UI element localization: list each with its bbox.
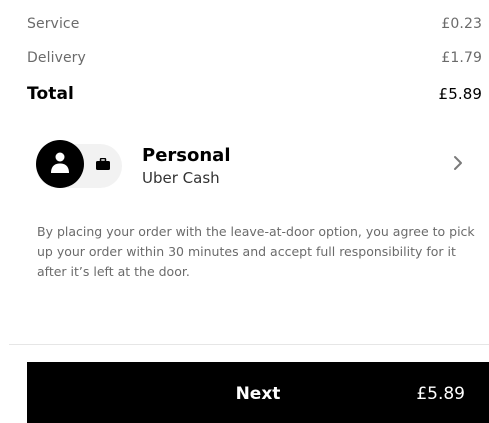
service-fee-row: Service £0.23 — [27, 16, 482, 32]
person-icon — [51, 152, 69, 173]
checkout-screen: Service £0.23 Delivery £1.79 Total £5.89… — [9, 0, 489, 423]
chevron-right-icon[interactable] — [453, 155, 463, 171]
divider — [9, 344, 489, 345]
briefcase-icon — [96, 158, 110, 170]
payment-profile-selector[interactable]: Personal Uber Cash — [9, 128, 489, 200]
total-row: Total £5.89 — [27, 84, 482, 104]
total-label: Total — [27, 84, 74, 104]
payment-profile-avatar — [36, 140, 132, 188]
delivery-fee-value: £1.79 — [441, 50, 482, 66]
service-fee-value: £0.23 — [441, 16, 482, 32]
delivery-fee-row: Delivery £1.79 — [27, 50, 482, 66]
leave-at-door-notice: By placing your order with the leave-at-… — [37, 224, 475, 279]
total-value: £5.89 — [438, 85, 482, 103]
avatar — [36, 140, 84, 188]
payment-profile-name: Personal — [142, 145, 231, 166]
next-button-price: £5.89 — [416, 384, 465, 404]
next-button[interactable]: Next £5.89 — [27, 362, 489, 423]
payment-method-label: Uber Cash — [142, 169, 220, 187]
service-fee-label: Service — [27, 16, 80, 32]
delivery-fee-label: Delivery — [27, 50, 86, 66]
